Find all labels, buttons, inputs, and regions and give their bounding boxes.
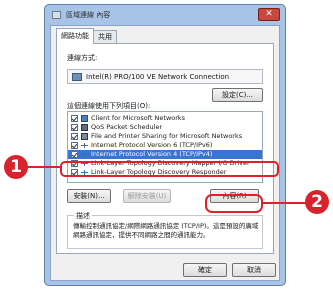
- callout-two-badge: 2: [305, 190, 329, 214]
- dialog-body: 網路功能 共用 連線方式: Intel(R) PRO/100 VE Networ…: [50, 25, 280, 281]
- items-label: 這個連線使用下列項目(O):: [67, 102, 151, 110]
- list-item-label: Internet Protocol Version 4 (TCP/IPv4): [91, 150, 213, 158]
- adapter-name: Intel(R) PRO/100 VE Network Connection: [86, 73, 230, 81]
- client-icon: [81, 115, 88, 122]
- list-item-sharing[interactable]: File and Printer Sharing for Microsoft N…: [68, 132, 262, 141]
- item-checkbox[interactable]: [71, 115, 78, 122]
- networking-panel: 連線方式: Intel(R) PRO/100 VE Network Connec…: [56, 43, 274, 254]
- configure-button[interactable]: 設定(C)...: [212, 88, 263, 102]
- tab-networking[interactable]: 網路功能: [56, 28, 94, 44]
- network-connection-icon: [52, 11, 61, 19]
- list-item-label: Internet Protocol Version 6 (TCP/IPv6): [91, 141, 213, 149]
- protocol-icon: [81, 151, 88, 158]
- item-checkbox[interactable]: [71, 151, 78, 158]
- list-item-label: File and Printer Sharing for Microsoft N…: [91, 132, 243, 140]
- list-item-ipv6[interactable]: Internet Protocol Version 6 (TCP/IPv6): [68, 141, 262, 150]
- list-item-label: QoS Packet Scheduler: [91, 123, 163, 131]
- adapter-field: Intel(R) PRO/100 VE Network Connection: [67, 69, 263, 84]
- item-checkbox[interactable]: [71, 133, 78, 140]
- description-group: 描述 傳輸控制通訊協定/網際網路通訊協定 (TCP/IP)。這是預設的廣域網路通…: [67, 211, 263, 249]
- list-item-label: Client for Microsoft Networks: [91, 114, 186, 122]
- window-title: 區域連線 內容: [66, 11, 111, 19]
- item-checkbox[interactable]: [71, 124, 78, 131]
- properties-window: 區域連線 內容 ✕ 網路功能 共用 連線方式: Intel(R) PRO/100…: [44, 4, 286, 286]
- protocol-icon: [81, 142, 88, 149]
- list-item-qos[interactable]: QoS Packet Scheduler: [68, 123, 262, 132]
- item-checkbox[interactable]: [71, 142, 78, 149]
- description-legend: 描述: [74, 211, 92, 221]
- uninstall-button[interactable]: 解除安裝(U): [123, 189, 171, 203]
- callout-one-badge: 1: [4, 155, 28, 179]
- list-item-client[interactable]: Client for Microsoft Networks: [68, 114, 262, 123]
- title-bar: 區域連線 內容 ✕: [45, 5, 285, 25]
- description-text: 傳輸控制通訊協定/網際網路通訊協定 (TCP/IP)。這是預設的廣域網路通訊協定…: [73, 222, 259, 239]
- network-adapter-icon: [72, 73, 82, 81]
- sharing-icon: [81, 133, 88, 140]
- scheduler-icon: [81, 124, 88, 131]
- callout-two-leader: [262, 202, 310, 204]
- properties-highlight-ring: [205, 194, 263, 213]
- tab-sharing[interactable]: 共用: [93, 30, 117, 43]
- cancel-button[interactable]: 取消: [232, 263, 276, 277]
- ok-button[interactable]: 確定: [183, 263, 227, 277]
- list-item-ipv4[interactable]: Internet Protocol Version 4 (TCP/IPv4): [68, 150, 262, 159]
- close-button[interactable]: ✕: [258, 8, 280, 21]
- callout-one-leader: [26, 166, 62, 168]
- connect-using-label: 連線方式:: [67, 54, 98, 62]
- install-button[interactable]: 安裝(N)...: [67, 189, 111, 203]
- ipv4-highlight-ring: [60, 161, 279, 177]
